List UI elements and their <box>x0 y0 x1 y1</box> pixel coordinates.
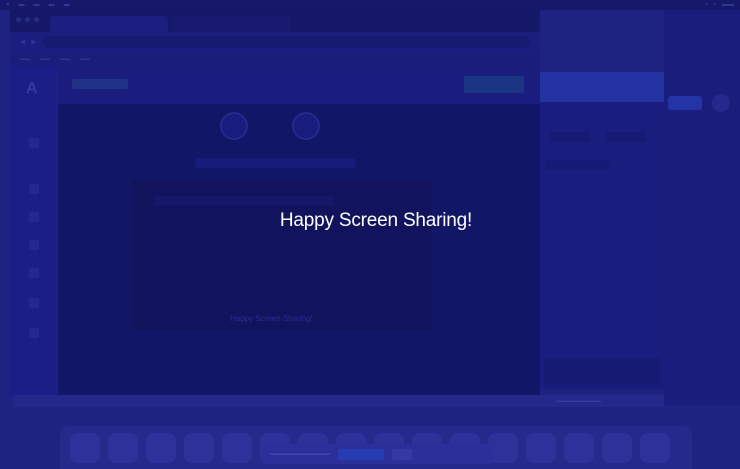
screen-share-view: ● ▬ ▬ ▬ ▬ ▪ ▪ ▬▬ ◀ ▶ ▬▬ ▬▬ ▬▬ ▬▬ A Happy… <box>0 0 740 469</box>
screen-share-banner-text: Happy Screen Sharing! <box>279 210 473 231</box>
screen-share-dim-overlay <box>0 0 740 469</box>
